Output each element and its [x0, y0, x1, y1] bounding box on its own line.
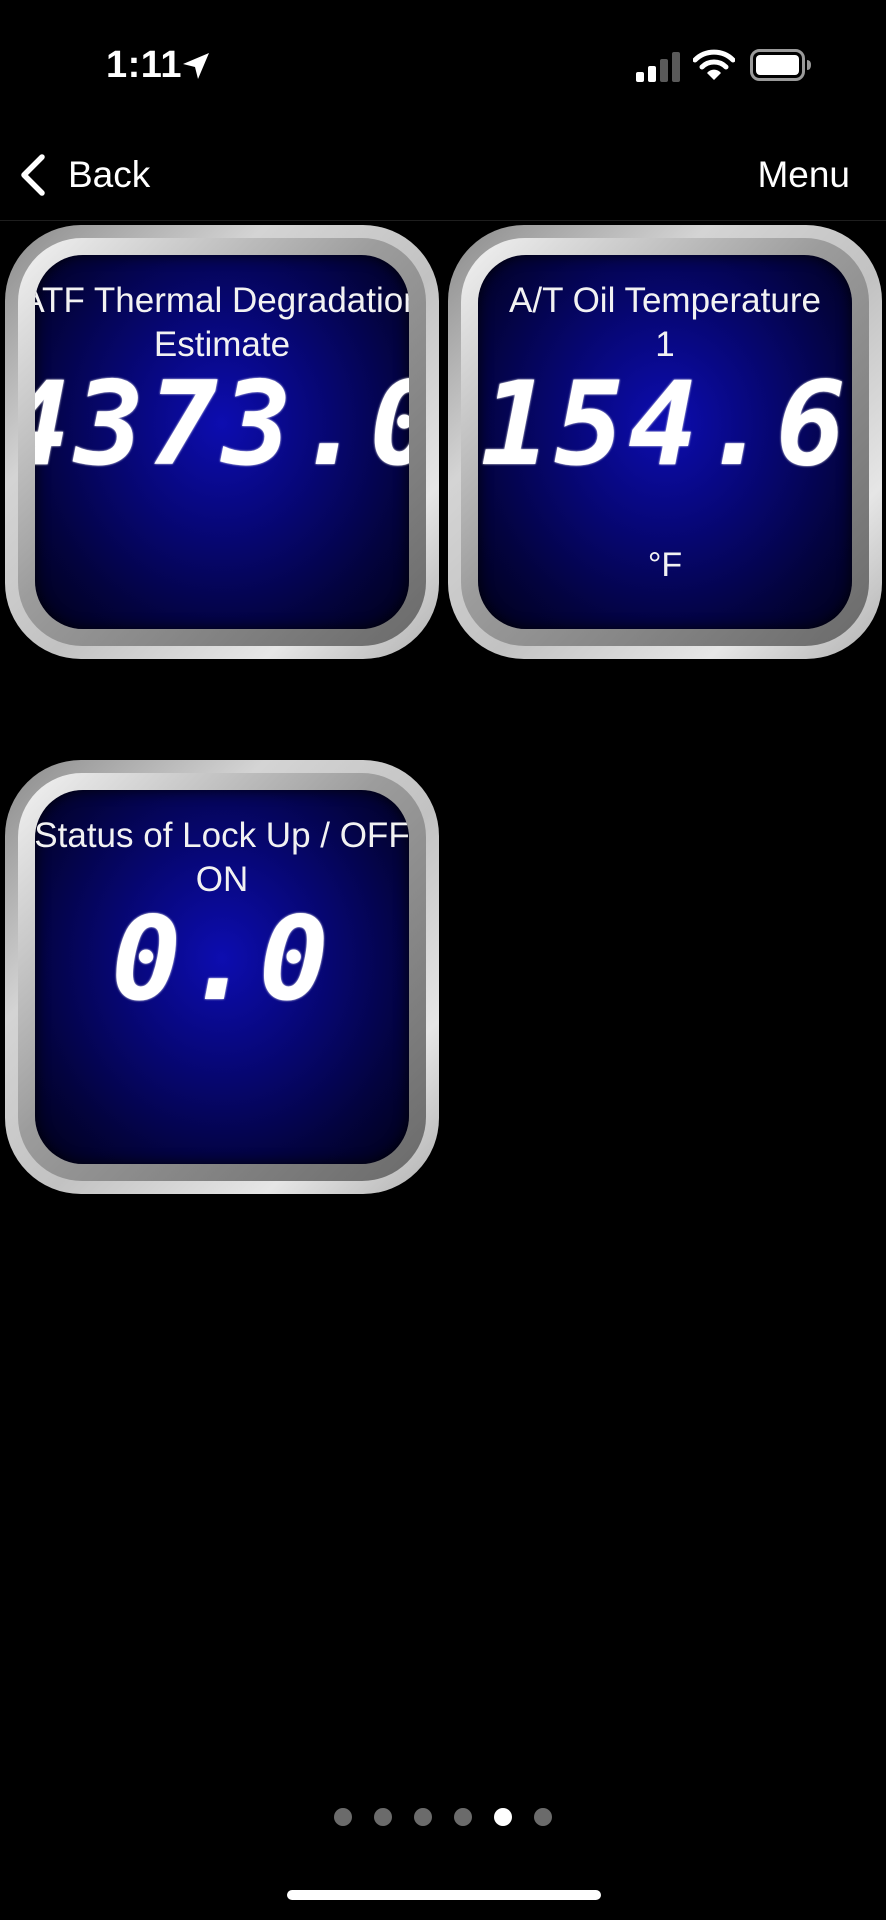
gauge-title: ATF Thermal Degradation Estimate [35, 279, 409, 367]
navigation-bar: Back Menu [0, 130, 886, 221]
gauge-title: Status of Lock Up / OFF ON [35, 814, 409, 902]
gauge-face: A/T Oil Temperature 1 154.6 °F [478, 255, 852, 629]
page-indicator[interactable] [0, 1808, 886, 1832]
back-button[interactable]: Back [16, 146, 150, 204]
location-arrow-icon [183, 53, 209, 79]
home-indicator[interactable] [287, 1890, 601, 1900]
page-dot[interactable] [374, 1808, 392, 1826]
gauge-title-line1: ATF Thermal Degradation [35, 281, 409, 320]
back-label: Back [68, 154, 151, 195]
gauge-lock-up-status[interactable]: Status of Lock Up / OFF ON 0.0 [5, 760, 439, 1194]
cellular-signal-icon [636, 52, 680, 82]
menu-button[interactable]: Menu [757, 146, 850, 204]
status-bar: 1:11 [0, 0, 886, 130]
page-dot[interactable] [534, 1808, 552, 1826]
gauge-value: 154.6 [480, 357, 850, 492]
gauge-face: ATF Thermal Degradation Estimate 4373.0 [35, 255, 409, 629]
gauge-unit: °F [647, 546, 683, 584]
page-dot[interactable] [454, 1808, 472, 1826]
page-dot[interactable] [414, 1808, 432, 1826]
page-dot[interactable] [494, 1808, 512, 1826]
status-time: 1:11 [106, 44, 182, 86]
gauge-title-line1: A/T Oil Temperature [509, 281, 821, 320]
gauge-at-oil-temperature[interactable]: A/T Oil Temperature 1 154.6 °F [448, 225, 882, 659]
battery-icon [750, 49, 811, 81]
page-dot[interactable] [334, 1808, 352, 1826]
gauge-face: Status of Lock Up / OFF ON 0.0 [35, 790, 409, 1164]
gauge-value: 0.0 [111, 892, 333, 1027]
gauge-title-line1: Status of Lock Up / OFF [35, 816, 409, 855]
gauge-value: 4373.0 [35, 357, 409, 492]
chevron-left-icon [21, 154, 45, 196]
gauge-title: A/T Oil Temperature 1 [478, 279, 852, 367]
gauge-atf-thermal-degradation[interactable]: ATF Thermal Degradation Estimate 4373.0 [5, 225, 439, 659]
wifi-icon [693, 49, 735, 80]
